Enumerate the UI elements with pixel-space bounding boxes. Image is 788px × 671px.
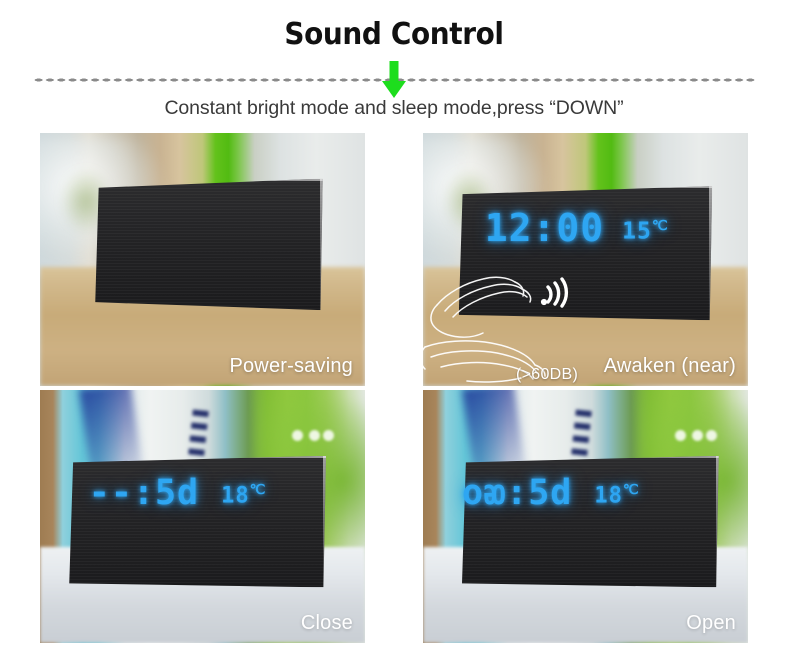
- clock-device: [95, 178, 323, 311]
- led-temperature: 18℃: [221, 483, 266, 507]
- product-photo-grid: Power-saving 12:00 15℃ (>60DB) Awaken (n…: [40, 133, 748, 643]
- panel-power-saving: Power-saving: [40, 133, 365, 386]
- background-light-dots: [674, 430, 719, 442]
- led-display-awaken: 12:00 15℃: [485, 209, 669, 247]
- led-temp-unit: ℃: [249, 481, 267, 498]
- panel-open: oᴔ:5d 18℃ Open: [423, 390, 748, 643]
- panel-close: --:5d 18℃ Close: [40, 390, 365, 643]
- panel-caption-awaken: Awaken (near): [603, 355, 736, 377]
- panel-awaken-near: 12:00 15℃ (>60DB) Awaken (near): [423, 133, 748, 386]
- arrow-down-icon: [382, 60, 406, 98]
- page-subtitle: Constant bright mode and sleep mode,pres…: [164, 96, 624, 119]
- led-temp-value: 18: [221, 483, 250, 509]
- led-time: oᴔ:5d: [462, 473, 573, 514]
- divider-with-arrow: [0, 60, 788, 99]
- background-light-dots: [291, 430, 336, 442]
- sound-wave-icon: [540, 277, 569, 308]
- led-temperature: 15℃: [622, 219, 668, 244]
- page-title: Sound Control: [284, 17, 504, 52]
- panel-caption-power-saving: Power-saving: [229, 355, 353, 377]
- led-temp-unit: ℃: [622, 481, 640, 498]
- decibel-label: (>60DB): [516, 366, 579, 383]
- led-temp-value: 15: [622, 218, 652, 245]
- page-header: Sound Control Constant bright mode and s…: [0, 0, 788, 120]
- led-time: --:5d: [88, 473, 200, 514]
- led-temperature: 18℃: [594, 483, 639, 507]
- led-temp-value: 18: [594, 483, 623, 509]
- panel-caption-open: Open: [686, 612, 736, 634]
- led-time: 12:00: [484, 205, 605, 250]
- led-temp-unit: ℃: [651, 218, 669, 235]
- panel-caption-close: Close: [300, 612, 353, 634]
- led-display-open: oᴔ:5d 18℃: [462, 476, 640, 511]
- led-display-close: --:5d 18℃: [89, 476, 267, 511]
